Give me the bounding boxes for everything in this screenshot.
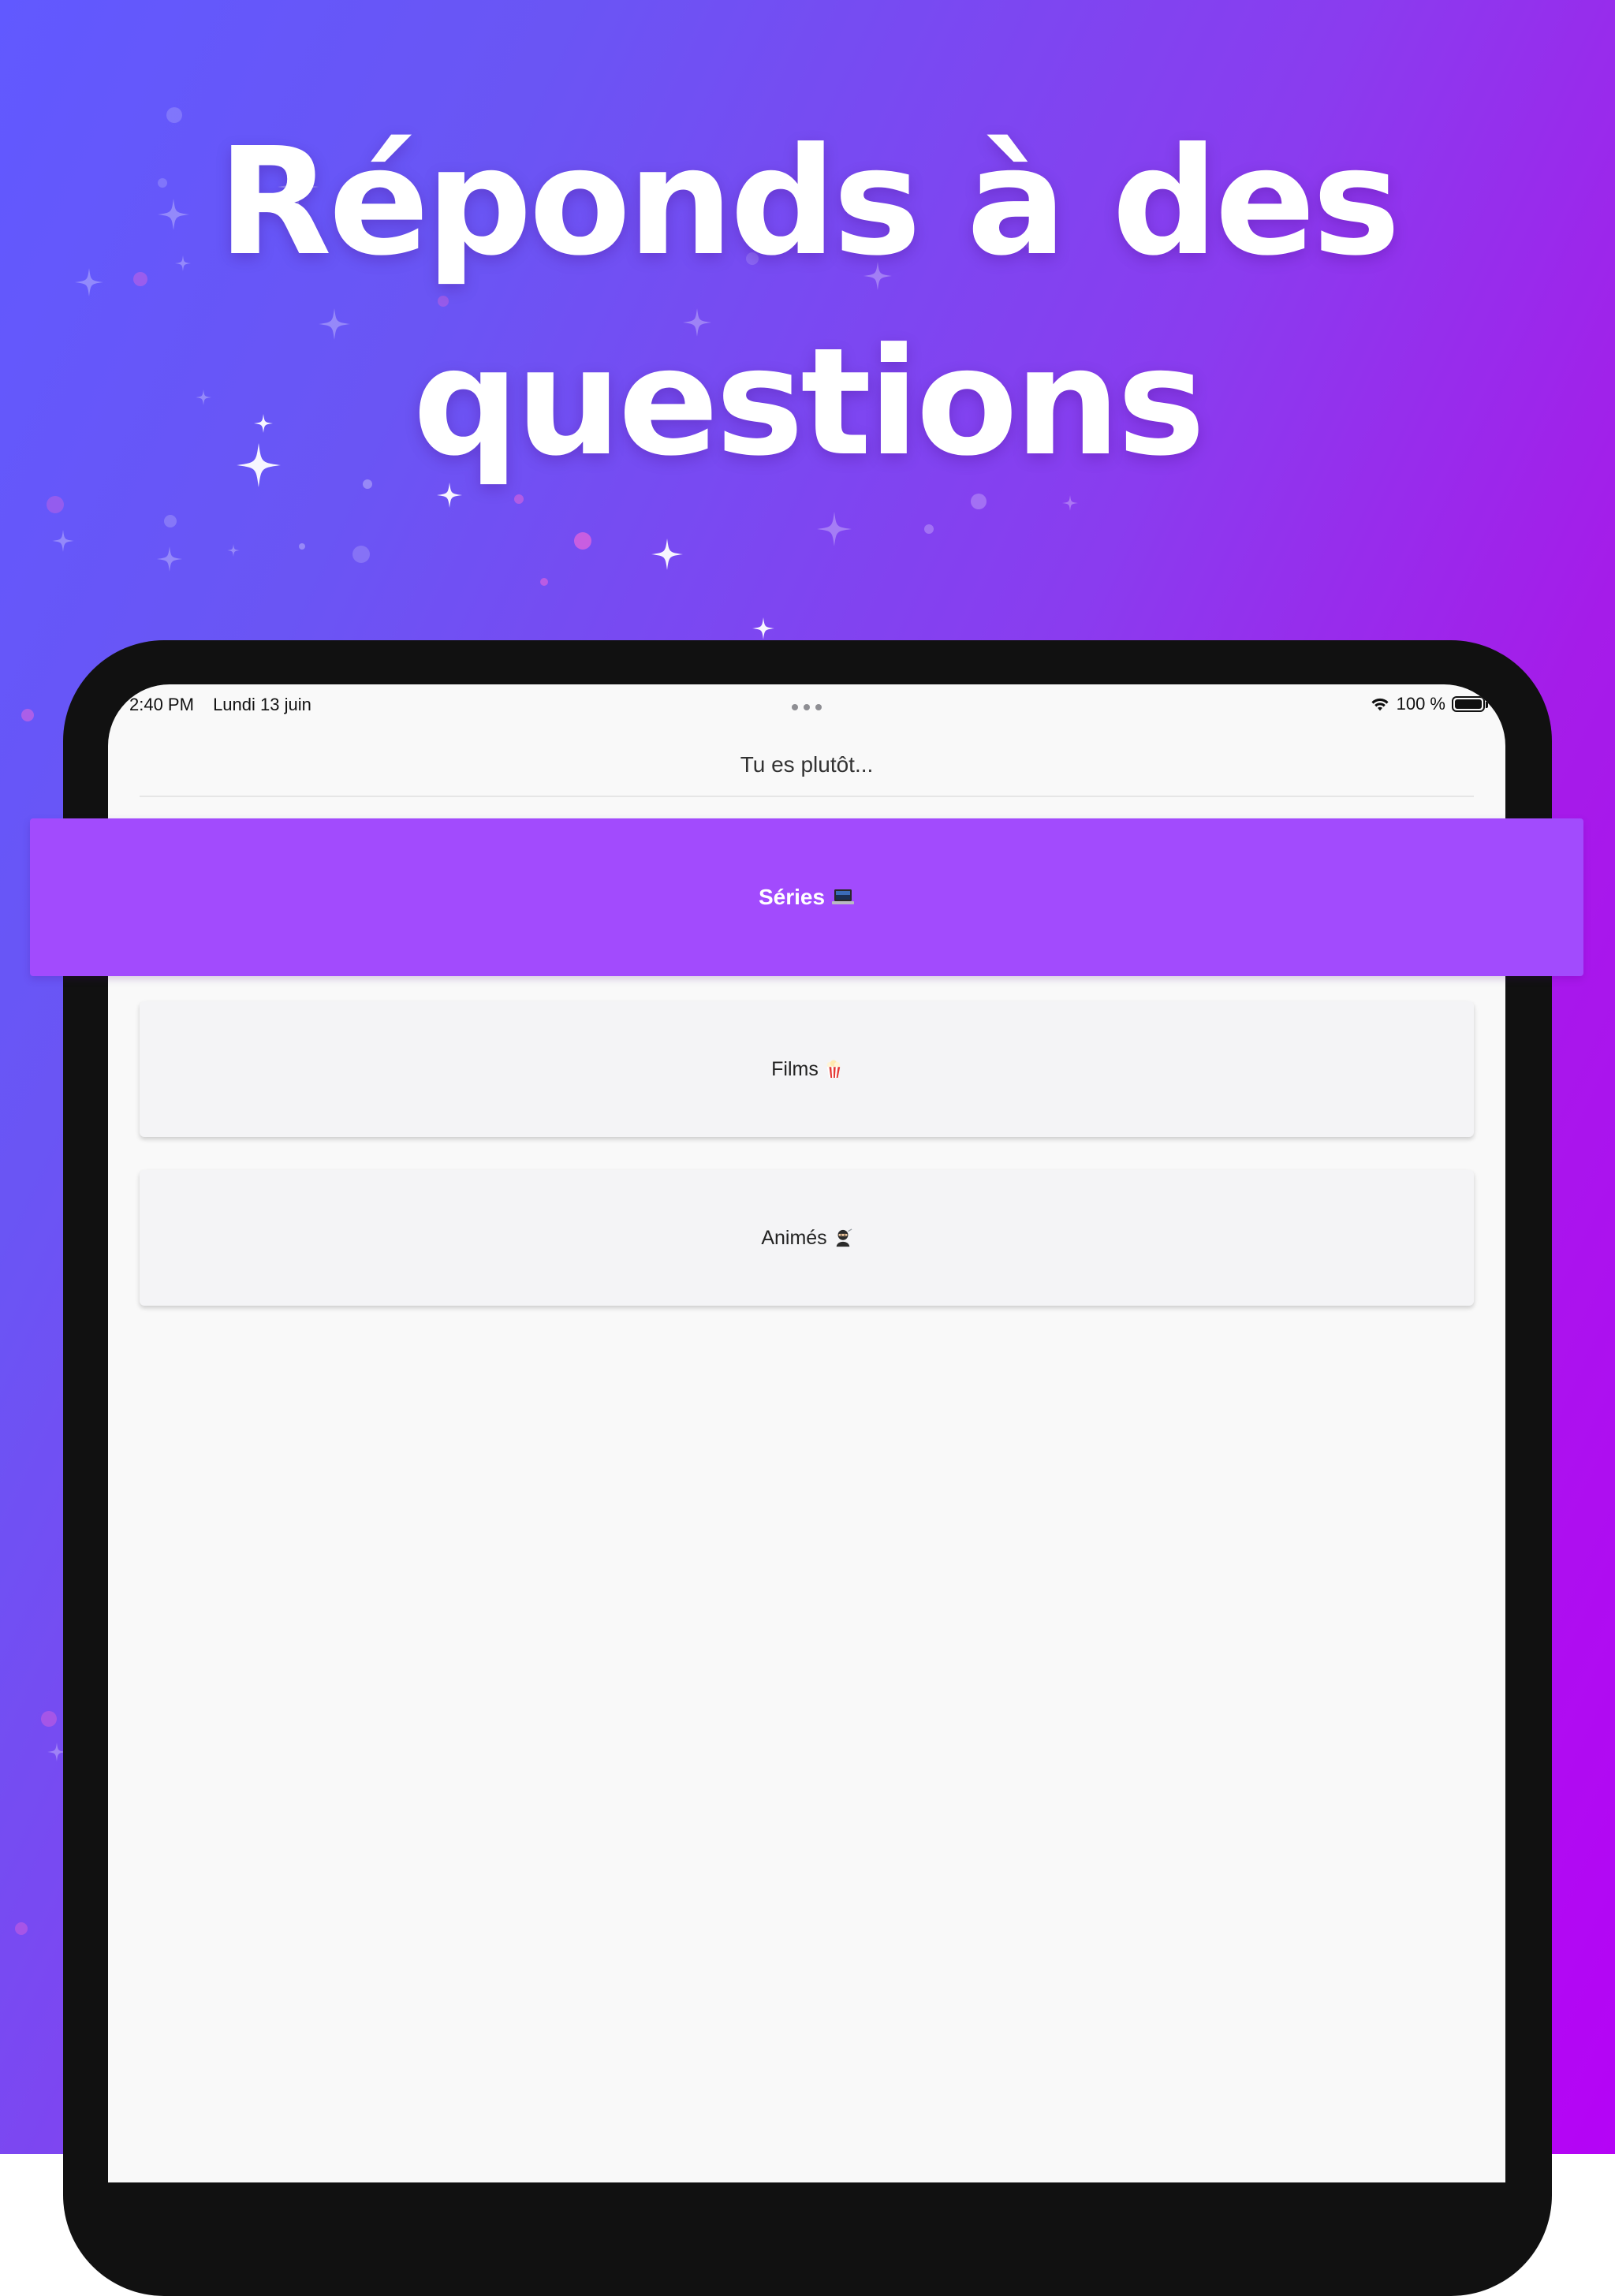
status-date: Lundi 13 juin xyxy=(213,695,311,714)
battery-percent: 100 % xyxy=(1396,694,1445,714)
ninja-icon xyxy=(836,1228,852,1247)
popcorn-icon xyxy=(826,1060,841,1078)
headline-line-2: questions xyxy=(412,316,1205,489)
status-right: 100 % xyxy=(1370,694,1488,714)
status-left: 2:40 PM Lundi 13 juin xyxy=(129,695,311,715)
promo-headline: Réponds à des questions xyxy=(0,102,1615,503)
laptop-icon xyxy=(832,889,855,904)
nav-divider xyxy=(140,796,1474,797)
status-bar: 2:40 PM Lundi 13 juin 100 % xyxy=(108,684,1505,729)
wifi-icon xyxy=(1371,698,1389,710)
status-time: 2:40 PM xyxy=(129,695,194,714)
option-series-button[interactable]: Séries xyxy=(30,818,1583,976)
option-animes-button[interactable]: Animés xyxy=(140,1170,1474,1306)
option-label: Séries xyxy=(758,885,826,909)
battery-icon xyxy=(1452,696,1488,712)
multitasking-dots-icon[interactable] xyxy=(791,703,822,711)
option-films-button[interactable]: Films xyxy=(140,1001,1474,1137)
headline-line-1: Réponds à des xyxy=(217,116,1401,289)
option-label: Animés xyxy=(761,1226,827,1249)
page-title: Tu es plutôt... xyxy=(740,752,874,777)
option-label: Films xyxy=(771,1057,819,1080)
